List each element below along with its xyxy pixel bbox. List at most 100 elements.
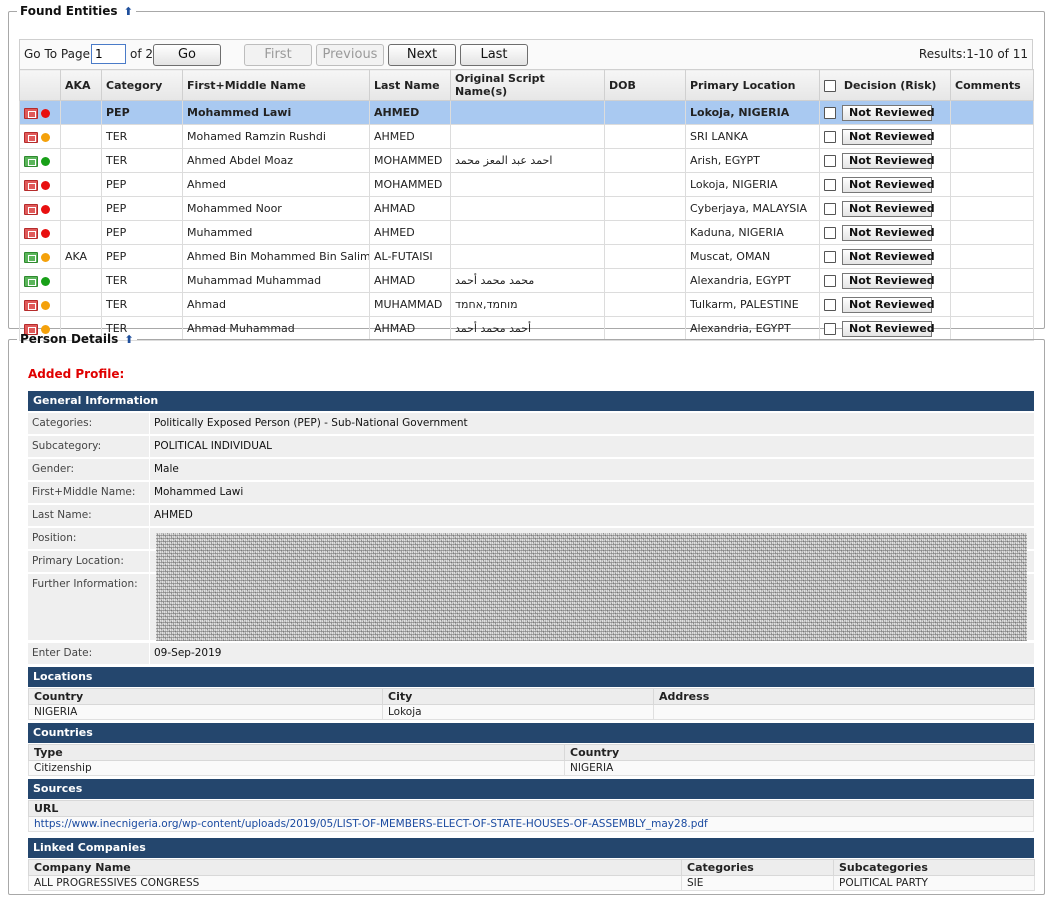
not-reviewed-button[interactable]: Not Reviewed [842,248,935,265]
first-button[interactable]: First [244,44,312,66]
row-checkbox[interactable] [824,130,836,143]
collapse-up-icon[interactable]: ⬆︎ [124,333,133,346]
person-details-legend[interactable]: Person Details ⬆︎ [17,332,137,347]
row-checkbox[interactable] [824,202,836,215]
table-row[interactable]: TER Ahmad MUHAMMAD מוחמד,אחמד Tulkarm, PALES… [19,292,1034,317]
row-checkbox[interactable] [824,298,836,311]
dob-cell [604,268,686,293]
row-icons-cell [19,100,61,125]
location-country: NIGERIA [28,704,383,720]
decision-cell: Not Reviewed [819,148,951,173]
select-all-checkbox[interactable] [824,79,836,92]
location-cell: Lokoja, NIGERIA [685,100,820,125]
decision-cell: Not Reviewed [819,244,951,269]
col-url: URL [28,800,1034,817]
col-original-script[interactable]: Original Script Name(s) [450,69,605,101]
risk-dot-icon [41,156,50,166]
file-green-icon[interactable] [24,251,38,263]
row-checkbox[interactable] [824,106,836,119]
script-name-cell [450,220,605,245]
table-row[interactable]: PEP Mohammed Noor AHMAD Cyberjaya, MALAYSIA… [19,196,1034,221]
aka-cell [60,268,102,293]
file-green-icon[interactable] [24,155,38,167]
not-reviewed-button[interactable]: Not Reviewed [842,296,935,313]
person-details-title: Person Details [20,332,119,346]
person-details-panel: Person Details ⬆︎ Added Profile: General… [8,332,1045,895]
table-row[interactable]: TER Mohamed Ramzin Rushdi AHMED SRI LANKA No… [19,124,1034,149]
comments-cell[interactable] [950,268,1034,293]
aka-cell [60,172,102,197]
col-comments[interactable]: Comments [950,69,1034,101]
comments-cell[interactable] [950,196,1034,221]
file-green-icon[interactable] [24,275,38,287]
file-red-icon[interactable] [24,299,38,311]
dob-cell [604,172,686,197]
risk-dot-icon [41,180,50,190]
source-url-link[interactable]: https://www.inecnigeria.org/wp-content/u… [34,818,708,830]
last-button[interactable]: Last [460,44,528,66]
comments-cell[interactable] [950,100,1034,125]
row-checkbox[interactable] [824,154,836,167]
not-reviewed-button[interactable]: Not Reviewed [842,200,935,217]
location-address [653,704,1035,720]
file-red-icon[interactable] [24,179,38,191]
table-row[interactable]: PEP Mohammed Lawi AHMED Lokoja, NIGERIA Not … [19,100,1034,125]
col-type: Type [28,744,565,761]
col-address: Address [653,688,1035,705]
comments-cell[interactable] [950,172,1034,197]
page-number-input[interactable] [91,44,126,64]
location-cell: Kaduna, NIGERIA [685,220,820,245]
decision-cell: Not Reviewed [819,124,951,149]
not-reviewed-button[interactable]: Not Reviewed [842,224,935,241]
table-row[interactable]: TER Ahmed Abdel Moaz MOHAMMED احمد عبد المع… [19,148,1034,173]
file-red-icon[interactable] [24,107,38,119]
col-first-middle-name[interactable]: First+Middle Name [182,69,370,101]
comments-cell[interactable] [950,292,1034,317]
col-primary-location[interactable]: Primary Location [685,69,820,101]
comments-cell[interactable] [950,220,1034,245]
script-name-cell: محمد محمد أحمد [450,268,605,293]
row-checkbox[interactable] [824,178,836,191]
go-button[interactable]: Go [153,44,221,66]
table-row[interactable]: TER Muhammad Muhammad AHMAD محمد محمد أحمد A… [19,268,1034,293]
table-header-row: Country City Address [28,688,1035,705]
table-row: NIGERIA Lokoja [28,704,1035,720]
info-row-last-name: Last Name: AHMED [28,505,1034,526]
not-reviewed-button[interactable]: Not Reviewed [842,104,935,121]
not-reviewed-button[interactable]: Not Reviewed [842,176,935,193]
file-red-icon[interactable] [24,203,38,215]
info-key: Subcategory: [28,436,150,457]
file-red-icon[interactable] [24,131,38,143]
col-last-name[interactable]: Last Name [369,69,451,101]
comments-cell[interactable] [950,244,1034,269]
first-name-cell: Mohammed Noor [182,196,370,221]
not-reviewed-button[interactable]: Not Reviewed [842,128,935,145]
sources-table: URL https://www.inecnigeria.org/wp-conte… [28,800,1034,832]
row-checkbox[interactable] [824,226,836,239]
file-red-icon[interactable] [24,227,38,239]
row-checkbox[interactable] [824,274,836,287]
info-row-subcategory: Subcategory: POLITICAL INDIVIDUAL [28,436,1034,457]
comments-cell[interactable] [950,124,1034,149]
col-category[interactable]: Category [101,69,183,101]
info-value: AHMED [154,509,193,521]
next-button[interactable]: Next [388,44,456,66]
last-name-cell: AHMED [369,220,451,245]
not-reviewed-button[interactable]: Not Reviewed [842,272,935,289]
page-count-label: of 2 [130,47,154,61]
col-dob[interactable]: DOB [604,69,686,101]
collapse-up-icon[interactable]: ⬆︎ [124,5,133,18]
comments-cell[interactable] [950,148,1034,173]
previous-button[interactable]: Previous [316,44,384,66]
col-aka[interactable]: AKA [60,69,102,101]
general-information-header: General Information [28,391,1034,411]
col-categories: Categories [681,859,834,876]
aka-cell [60,124,102,149]
not-reviewed-button[interactable]: Not Reviewed [842,152,935,169]
row-checkbox[interactable] [824,250,836,263]
found-entities-legend[interactable]: Found Entities ⬆︎ [17,4,136,19]
table-row[interactable]: AKA PEP Ahmed Bin Mohammed Bin Salim AL-FUT… [19,244,1034,269]
table-row[interactable]: PEP Ahmed MOHAMMED Lokoja, NIGERIA Not Revie… [19,172,1034,197]
first-name-cell: Ahmed Abdel Moaz [182,148,370,173]
table-row[interactable]: PEP Muhammed AHMED Kaduna, NIGERIA Not Revie… [19,220,1034,245]
